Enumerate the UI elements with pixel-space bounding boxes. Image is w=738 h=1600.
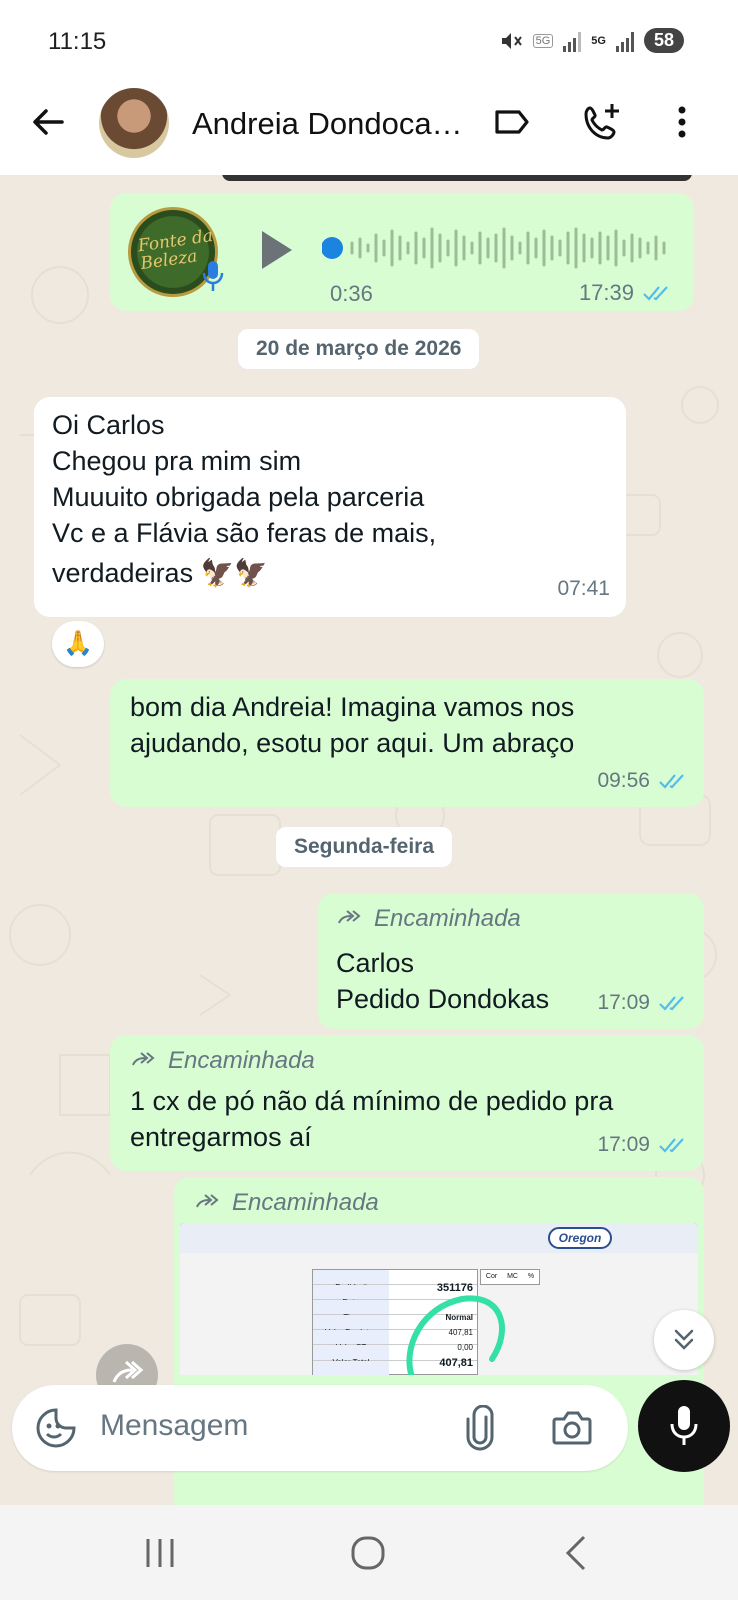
voice-time: 17:39 — [578, 280, 634, 305]
message-input-bar[interactable]: Mensagem — [12, 1385, 628, 1471]
voice-meta: 17:39 — [579, 275, 672, 311]
previous-message-edge — [222, 175, 692, 181]
read-ticks-icon — [659, 1138, 684, 1153]
message-time: 07:41 — [557, 577, 610, 600]
image-pedido-label: Pedido # — [313, 1270, 389, 1292]
scroll-to-bottom-button[interactable] — [654, 1310, 714, 1370]
image-vst-label: Valor ST — [313, 1330, 389, 1352]
image-pedido-value: 351176 — [436, 1282, 473, 1294]
message-line: bom dia Andreia! Imagina vamos nos — [130, 692, 575, 722]
message-meta: 09:56 — [597, 763, 688, 799]
forward-icon — [338, 910, 361, 924]
message-line: 1 cx de pó não dá mínimo de pedido pra — [130, 1086, 614, 1116]
message-meta: 17:09 — [597, 1127, 688, 1163]
status-bar: 11:15 5G 5G 58 — [0, 0, 738, 80]
audio-waveform[interactable] — [322, 223, 682, 273]
voice-duration: 0:36 — [330, 281, 373, 306]
camera-icon[interactable] — [550, 1407, 594, 1449]
message-line: Oi Carlos — [52, 410, 165, 440]
back-arrow-icon[interactable] — [28, 102, 68, 142]
image-data-label: Data — [313, 1285, 389, 1307]
incoming-message-bubble[interactable]: Oi Carlos Chegou pra mim sim Muuuito obr… — [34, 397, 626, 617]
forwarded-message-bubble[interactable]: Encaminhada 1 cx de pó não dá mínimo de … — [110, 1035, 704, 1171]
network-5g-label: 5G — [532, 33, 554, 48]
attach-icon[interactable] — [462, 1405, 498, 1451]
message-line: Chegou pra mim sim — [52, 446, 302, 476]
forwarded-label: Encaminhada — [130, 1043, 684, 1079]
image-tipo-label: Tipo — [313, 1300, 389, 1322]
forwarded-text: Encaminhada — [232, 1189, 379, 1216]
signal-icon — [563, 30, 582, 52]
sticker-emoji-icon[interactable] — [34, 1406, 78, 1450]
message-time: 09:56 — [597, 769, 650, 792]
voice-message-bubble[interactable]: Fonte da Beleza 0:36 17:39 — [110, 193, 694, 311]
status-time: 11:15 — [48, 28, 107, 55]
message-line: ajudando, esotu por aqui. Um abraço — [130, 728, 575, 758]
forward-icon — [132, 1052, 155, 1066]
forwarded-text: Encaminhada — [374, 905, 521, 932]
message-time: 17:09 — [597, 991, 650, 1014]
message-time: 17:09 — [597, 1133, 650, 1156]
forward-icon — [196, 1194, 219, 1208]
image-pct-label: % — [527, 1273, 535, 1280]
forwarded-image[interactable]: Oregon Pedido #351176 Data TipoNormal Va… — [180, 1223, 698, 1375]
contact-name[interactable]: Andreia Dondoca… — [192, 106, 472, 142]
image-vt-label: Valor Total — [313, 1345, 389, 1367]
system-nav-bar — [0, 1505, 738, 1600]
forwarded-text: Encaminhada — [168, 1047, 315, 1074]
add-call-icon[interactable] — [580, 100, 624, 144]
message-input[interactable]: Mensagem — [100, 1409, 248, 1443]
recent-apps-icon[interactable] — [140, 1535, 180, 1571]
mute-icon — [501, 32, 522, 49]
network-5g-active-label: 5G — [591, 34, 606, 47]
image-mmc-label: Média MC — [313, 1361, 389, 1375]
chat-area[interactable]: Fonte da Beleza 0:36 17:39 20 de março d… — [0, 175, 738, 1505]
message-line: Carlos — [336, 948, 415, 978]
image-vp-label: Valor Produtos — [313, 1315, 389, 1337]
message-meta: 17:09 — [597, 985, 688, 1021]
image-annotation-circle — [406, 1295, 505, 1375]
status-icons: 5G 5G 58 — [499, 28, 684, 53]
read-ticks-icon — [659, 774, 684, 789]
forwarded-message-bubble[interactable]: Encaminhada Carlos Pedido Dondokas 17:09 — [318, 893, 704, 1029]
message-line: Muuuito obrigada pela parceria — [52, 482, 425, 512]
read-ticks-icon — [643, 286, 668, 301]
voice-record-button[interactable] — [638, 1380, 730, 1472]
date-chip: Segunda-feira — [276, 827, 453, 867]
forwarded-label: Encaminhada — [180, 1185, 698, 1221]
contact-avatar[interactable] — [99, 88, 169, 158]
double-chevron-down-icon — [674, 1329, 694, 1350]
signal-icon-2 — [615, 30, 634, 52]
play-icon[interactable] — [258, 229, 294, 271]
reaction-badge[interactable]: 🙏 — [52, 621, 104, 667]
home-icon[interactable] — [348, 1533, 388, 1573]
date-chip: 20 de março de 2026 — [238, 329, 480, 369]
microphone-icon — [670, 1406, 698, 1445]
message-line: Vc e a Flávia são feras de mais, — [52, 518, 437, 548]
read-ticks-icon — [659, 996, 684, 1011]
more-vert-icon[interactable] — [660, 100, 704, 144]
chat-header: Andreia Dondoca… — [0, 80, 738, 175]
mic-badge-icon — [202, 261, 224, 291]
forwarded-label: Encaminhada — [336, 901, 686, 937]
image-side-table: Cor MC% — [480, 1269, 540, 1285]
message-line: verdadeiras 🦅🦅 — [52, 558, 268, 588]
label-icon[interactable] — [490, 100, 534, 144]
image-brand: Oregon — [548, 1227, 612, 1249]
outgoing-message-bubble[interactable]: bom dia Andreia! Imagina vamos nos ajuda… — [110, 679, 704, 807]
battery-level: 58 — [643, 28, 684, 53]
back-nav-icon[interactable] — [560, 1533, 594, 1573]
